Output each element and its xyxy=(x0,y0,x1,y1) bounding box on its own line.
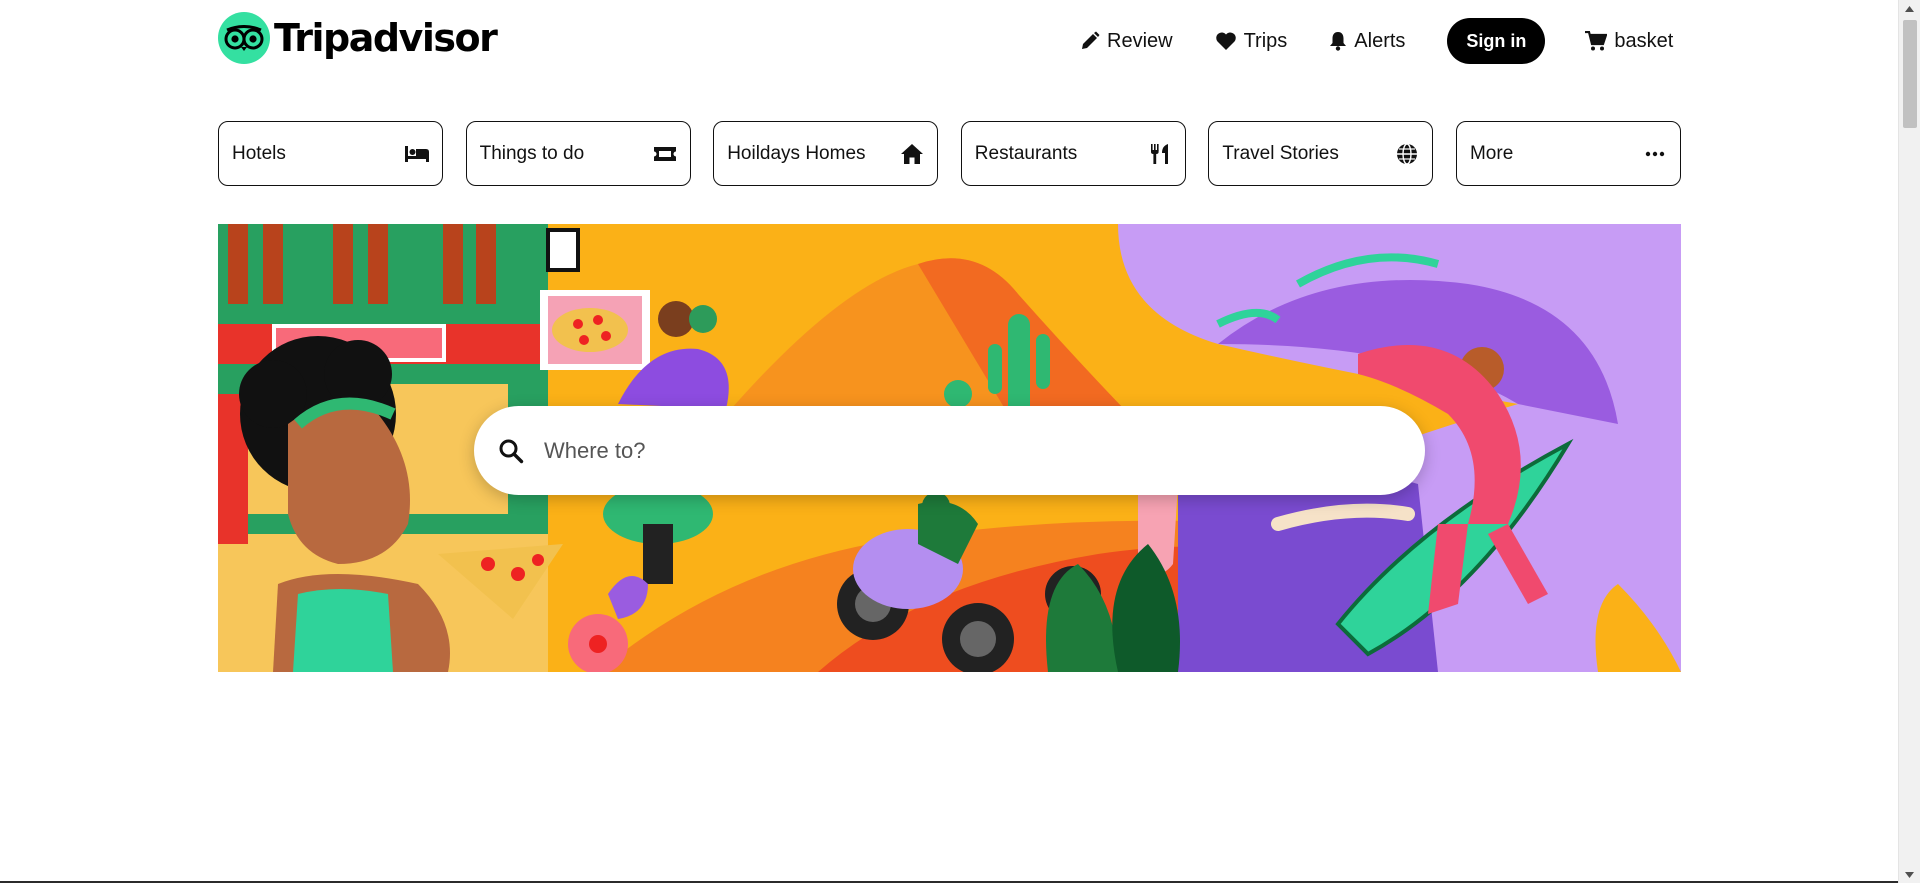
scrollbar-thumb[interactable] xyxy=(1903,20,1917,128)
bell-icon xyxy=(1330,32,1347,51)
tab-travel-stories-label: Travel Stories xyxy=(1222,142,1339,164)
tab-travel-stories[interactable]: Travel Stories xyxy=(1208,121,1434,186)
fork-knife-icon xyxy=(1147,141,1173,167)
tab-hotels-label: Hotels xyxy=(232,142,286,164)
trips-label: Trips xyxy=(1243,29,1288,52)
tab-more-label: More xyxy=(1469,142,1514,164)
vertical-scrollbar[interactable] xyxy=(1898,0,1920,883)
owl-logo-icon xyxy=(218,12,270,64)
scroll-up-arrow-icon[interactable] xyxy=(1899,0,1920,17)
sign-in-button[interactable]: Sign in xyxy=(1447,18,1546,64)
alerts-link[interactable]: Alerts xyxy=(1329,30,1405,53)
globe-icon xyxy=(1394,141,1420,167)
window-bottom-edge xyxy=(0,881,1898,883)
page: Tripadvisor Review Trips Alerts Sign in xyxy=(0,0,1898,883)
basket-label: basket xyxy=(1614,29,1674,52)
cart-icon xyxy=(1585,31,1608,51)
ellipsis-icon xyxy=(1642,141,1668,167)
tab-holiday-homes-label: Hoildays Homes xyxy=(727,142,866,164)
tab-restaurants-label: Restaurants xyxy=(974,142,1078,164)
top-navigation: Review Trips Alerts Sign in basket xyxy=(1080,18,1673,64)
tab-things-to-do[interactable]: Things to do xyxy=(465,121,691,186)
review-link[interactable]: Review xyxy=(1080,30,1173,53)
heart-icon xyxy=(1215,32,1236,50)
tripadvisor-logo[interactable]: Tripadvisor xyxy=(218,12,498,64)
scroll-down-arrow-icon[interactable] xyxy=(1899,866,1920,883)
tab-hotels[interactable]: Hotels xyxy=(218,121,443,186)
tab-holiday-homes[interactable]: Hoildays Homes xyxy=(713,121,939,186)
category-tabs: Hotels Things to do Hoildays Homes Resta… xyxy=(218,121,1681,186)
tab-restaurants[interactable]: Restaurants xyxy=(960,121,1186,186)
search-input[interactable] xyxy=(544,437,1364,464)
tab-more[interactable]: More xyxy=(1455,121,1681,186)
pencil-icon xyxy=(1082,31,1100,49)
review-label: Review xyxy=(1107,29,1173,52)
ticket-icon xyxy=(652,141,678,167)
search-bar[interactable] xyxy=(474,406,1425,495)
trips-link[interactable]: Trips xyxy=(1215,29,1288,53)
bed-icon xyxy=(404,141,430,167)
search-icon xyxy=(498,436,528,466)
tab-things-to-do-label: Things to do xyxy=(479,142,585,164)
alerts-label: Alerts xyxy=(1354,29,1406,52)
basket-link[interactable]: basket xyxy=(1585,30,1673,53)
home-icon xyxy=(899,141,925,167)
brand-name: Tripadvisor xyxy=(274,16,498,60)
